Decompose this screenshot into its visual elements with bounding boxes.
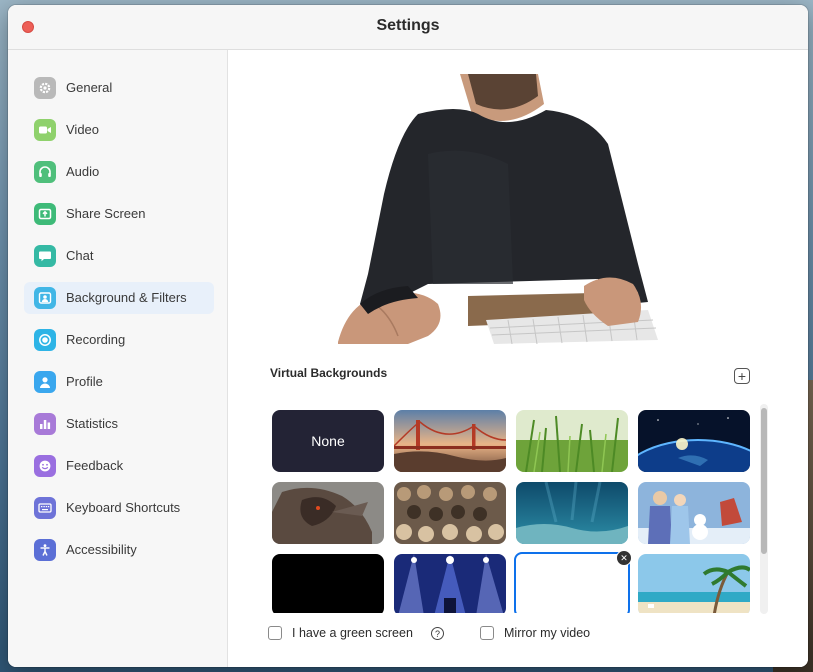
headphones-icon: [34, 161, 56, 183]
sidebar: General Video Audio Share Screen Chat Ba…: [8, 50, 228, 667]
settings-window: Settings General Video Audio Share Scree…: [8, 5, 808, 667]
background-blank-selected[interactable]: [514, 552, 630, 613]
green-screen-checkbox[interactable]: [268, 626, 282, 640]
sidebar-item-label: Profile: [66, 374, 103, 389]
sidebar-item-share-screen[interactable]: Share Screen: [24, 198, 214, 230]
scrollbar-thumb[interactable]: [761, 408, 767, 554]
smiley-icon: [34, 455, 56, 477]
sidebar-item-label: Feedback: [66, 458, 124, 473]
bar-chart-icon: [34, 413, 56, 435]
person-portrait-icon: [34, 287, 56, 309]
close-icon: ✕: [620, 553, 628, 563]
chat-bubble-icon: [34, 245, 56, 267]
green-screen-label: I have a green screen: [292, 626, 413, 640]
keyboard-icon: [34, 497, 56, 519]
background-black[interactable]: [272, 554, 384, 613]
sidebar-item-label: Chat: [66, 248, 94, 263]
sidebar-item-background-filters[interactable]: Background & Filters: [24, 282, 214, 314]
background-earth-from-space[interactable]: [638, 410, 750, 472]
sidebar-item-label: Share Screen: [66, 206, 146, 221]
sidebar-item-feedback[interactable]: Feedback: [24, 450, 214, 482]
gear-icon: [34, 77, 56, 99]
sidebar-item-accessibility[interactable]: Accessibility: [24, 534, 214, 566]
background-golden-gate-bridge[interactable]: [394, 410, 506, 472]
mirror-video-label: Mirror my video: [504, 626, 591, 640]
background-concert-lights[interactable]: [394, 554, 506, 613]
background-none-label: None: [311, 433, 345, 449]
background-grid-scrollbar[interactable]: [760, 404, 768, 614]
background-beach-palm[interactable]: [638, 554, 750, 613]
sidebar-item-label: Statistics: [66, 416, 119, 431]
sidebar-item-profile[interactable]: Profile: [24, 366, 214, 398]
sidebar-item-statistics[interactable]: Statistics: [24, 408, 214, 440]
profile-icon: [34, 371, 56, 393]
sidebar-item-label: Audio: [66, 164, 100, 179]
green-screen-option: I have a green screen ?: [268, 624, 468, 642]
help-symbol: ?: [434, 629, 440, 639]
sidebar-item-general[interactable]: General: [24, 72, 214, 104]
accessibility-icon: [34, 539, 56, 561]
sidebar-item-label: Accessibility: [66, 542, 137, 557]
share-screen-icon: [34, 203, 56, 225]
background-frozen-characters[interactable]: [638, 482, 750, 544]
help-icon[interactable]: ?: [431, 627, 444, 640]
sidebar-item-label: Keyboard Shortcuts: [66, 500, 181, 515]
add-background-button[interactable]: +: [734, 368, 750, 384]
virtual-backgrounds-title: Virtual Backgrounds: [270, 366, 388, 380]
sidebar-item-recording[interactable]: Recording: [24, 324, 214, 356]
remove-background-button[interactable]: ✕: [616, 550, 632, 566]
sidebar-item-chat[interactable]: Chat: [24, 240, 214, 272]
sidebar-item-keyboard-shortcuts[interactable]: Keyboard Shortcuts: [24, 492, 214, 524]
main-panel: Virtual Backgrounds + None ✕ I have a gr…: [228, 50, 808, 667]
camera-preview: [308, 74, 668, 345]
window-title: Settings: [376, 17, 440, 34]
background-fantasy-creature[interactable]: [272, 482, 384, 544]
record-icon: [34, 329, 56, 351]
plus-icon: +: [737, 368, 747, 384]
background-grid: None ✕: [270, 405, 754, 613]
background-underwater[interactable]: [516, 482, 628, 544]
sidebar-item-audio[interactable]: Audio: [24, 156, 214, 188]
sidebar-item-label: Background & Filters: [66, 290, 187, 305]
title-bar: Settings: [8, 5, 808, 50]
video-camera-icon: [34, 119, 56, 141]
sidebar-item-label: Video: [66, 122, 100, 137]
background-grass[interactable]: [516, 410, 628, 472]
mirror-video-checkbox[interactable]: [480, 626, 494, 640]
sidebar-item-label: Recording: [66, 332, 126, 347]
background-none[interactable]: None: [272, 410, 384, 472]
sidebar-item-video[interactable]: Video: [24, 114, 214, 146]
background-cats-crowd[interactable]: [394, 482, 506, 544]
mirror-video-option: Mirror my video: [480, 624, 620, 642]
sidebar-item-label: General: [66, 80, 113, 95]
